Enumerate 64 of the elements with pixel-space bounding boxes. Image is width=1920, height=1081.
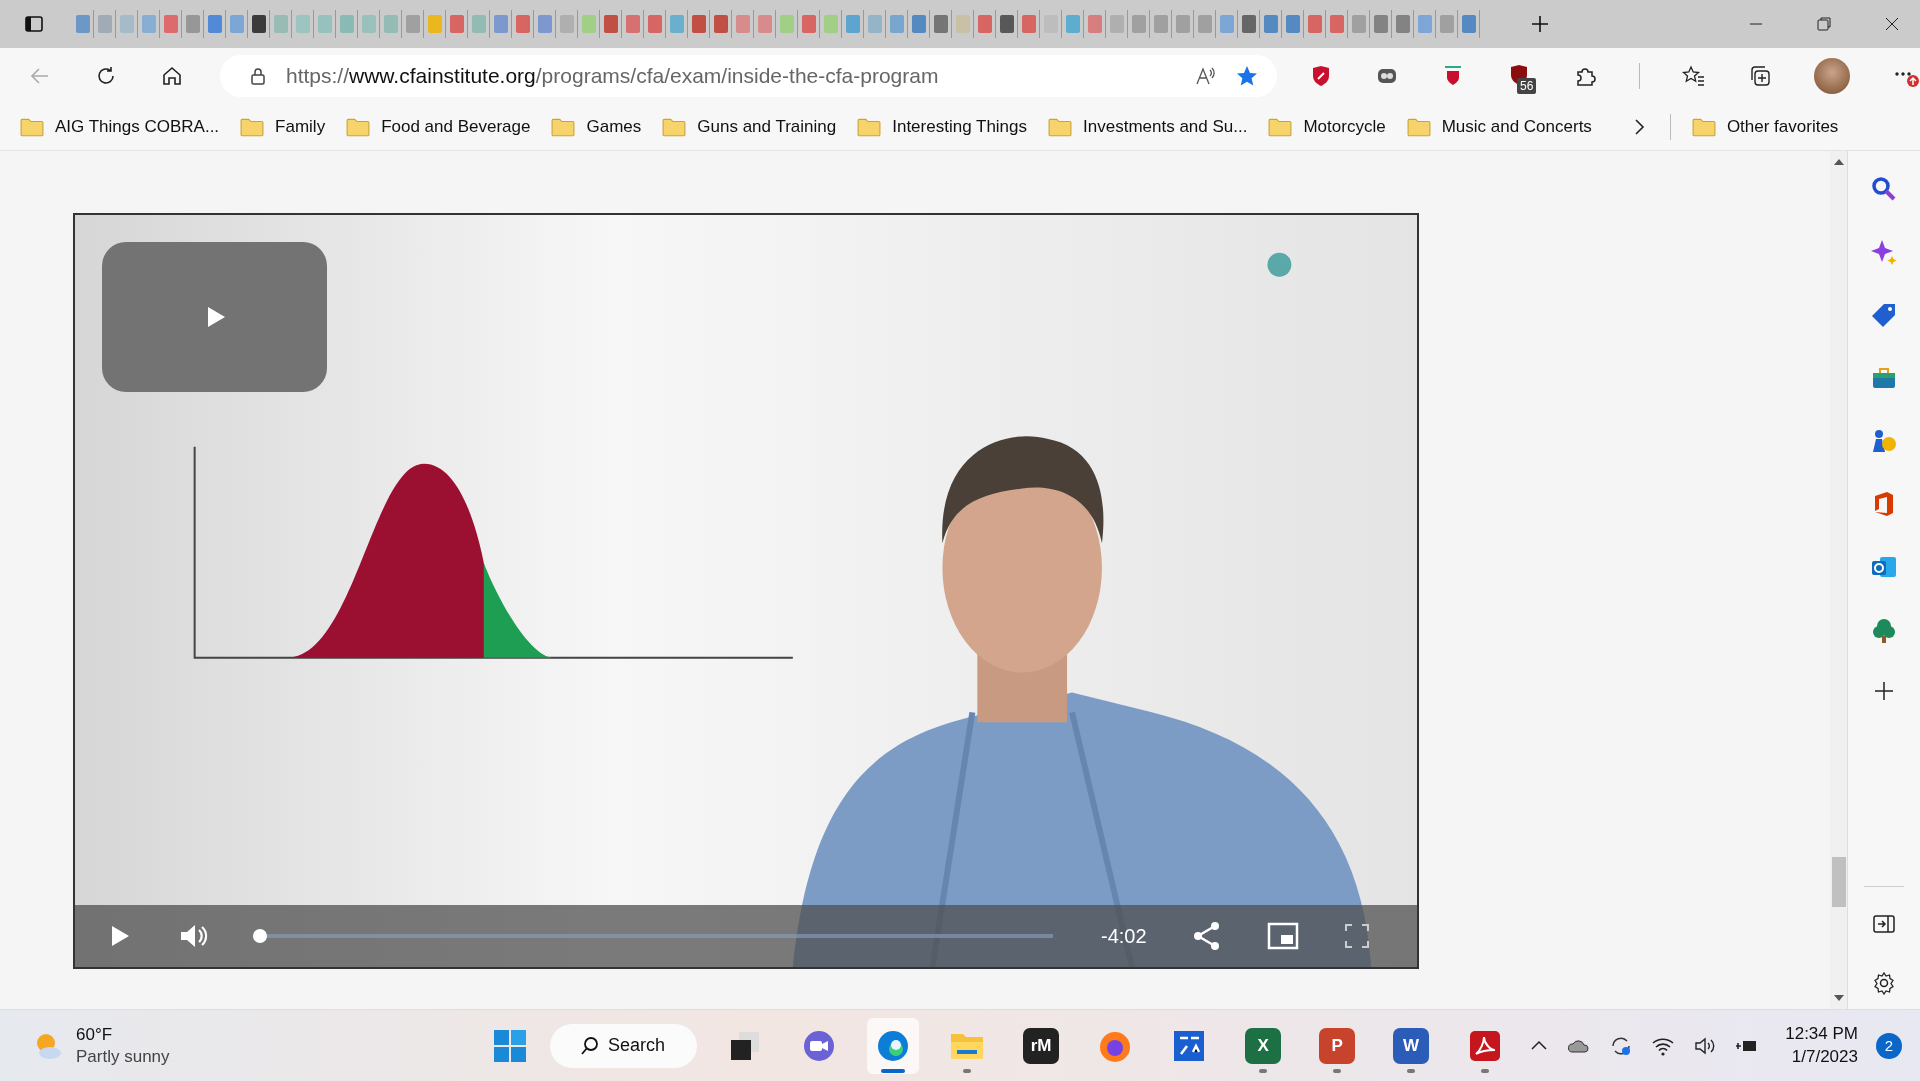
temperature: 60°F — [76, 1024, 114, 1045]
remaining-time: -4:02 — [1101, 924, 1147, 948]
star-icon[interactable] — [1235, 64, 1259, 88]
app-logo: X — [1245, 1027, 1282, 1064]
games-icon[interactable] — [1870, 427, 1898, 455]
favorites-folder[interactable]: Family — [240, 117, 326, 137]
taskbar-app[interactable]: rM — [1015, 1017, 1068, 1074]
close-icon[interactable] — [1884, 16, 1900, 32]
address-bar[interactable]: https://www.cfainstitute.org/programs/cfa/exam/inside-the-cfa-program — [220, 55, 1277, 97]
favorites-icon[interactable] — [1682, 64, 1706, 88]
favorites-folder[interactable]: Games — [551, 117, 642, 137]
folder-icon — [1691, 117, 1716, 137]
favorites-folder[interactable]: Motorcycle — [1268, 117, 1386, 137]
tab-actions-icon[interactable] — [24, 14, 44, 34]
clock[interactable]: 12:34 PM 1/7/2023 — [1785, 1024, 1858, 1067]
video-player[interactable]: -4:02 — [73, 213, 1419, 969]
start-icon[interactable] — [492, 1027, 528, 1064]
picture-in-picture-icon[interactable] — [1266, 920, 1299, 952]
folder-icon — [1048, 117, 1073, 137]
settings-icon[interactable] — [1872, 971, 1896, 995]
sparkle-icon[interactable] — [1870, 238, 1898, 266]
favorites-folder[interactable]: Investments and Su... — [1048, 117, 1248, 137]
tag-icon[interactable] — [1870, 301, 1898, 329]
lock-icon[interactable] — [248, 66, 268, 86]
favorites-folder[interactable]: AIG Things COBRA... — [20, 117, 220, 137]
weather-condition: Partly sunny — [76, 1046, 170, 1067]
search-button[interactable]: Search — [550, 1023, 698, 1068]
sidebar-toggle-icon[interactable] — [1872, 912, 1896, 936]
scrollbar[interactable] — [1830, 151, 1848, 1009]
notification-badge[interactable]: 2 — [1876, 1032, 1902, 1059]
profile-avatar[interactable] — [1814, 58, 1850, 94]
new-tab-icon[interactable] — [1530, 14, 1550, 34]
folder-icon — [240, 117, 265, 137]
folder-icon — [1406, 117, 1431, 137]
favorites-folder[interactable]: Guns and Training — [662, 117, 837, 137]
favorites-folder[interactable]: Interesting Things — [857, 117, 1028, 137]
folder-icon — [857, 117, 882, 137]
restore-icon[interactable] — [1816, 16, 1832, 32]
favorites-folder[interactable]: Music and Concerts — [1406, 117, 1592, 137]
folder-icon — [20, 117, 44, 137]
collections-icon[interactable] — [1748, 64, 1772, 88]
scrollbar-thumb[interactable] — [1831, 857, 1846, 907]
taskbar-app[interactable]: P — [1311, 1017, 1364, 1074]
app-logo: W — [1393, 1027, 1430, 1064]
folder-icon — [346, 117, 371, 137]
app-logo: rM — [1023, 1027, 1060, 1064]
home-icon[interactable] — [160, 64, 184, 88]
play-button[interactable] — [102, 242, 327, 392]
scroll-down-icon[interactable] — [1833, 995, 1844, 1001]
scroll-up-icon[interactable] — [1833, 159, 1844, 165]
taskbar-app[interactable]: X — [1237, 1017, 1290, 1074]
folder-icon — [662, 117, 687, 137]
folder-icon — [551, 117, 576, 137]
favorites-folder[interactable]: Other favorites — [1691, 117, 1839, 137]
taskbar-app[interactable]: W — [1385, 1017, 1438, 1074]
search-icon[interactable] — [1870, 175, 1898, 203]
extension-badge: 56 — [1517, 78, 1537, 94]
tree-icon[interactable] — [1870, 616, 1898, 644]
app-logo: P — [1319, 1027, 1356, 1064]
add-icon[interactable] — [1872, 679, 1896, 703]
fullscreen-icon[interactable] — [1342, 922, 1371, 950]
folder-icon — [1268, 117, 1293, 137]
search-icon — [580, 1035, 600, 1056]
favorites-folder[interactable]: Food and Beverage — [346, 117, 531, 137]
